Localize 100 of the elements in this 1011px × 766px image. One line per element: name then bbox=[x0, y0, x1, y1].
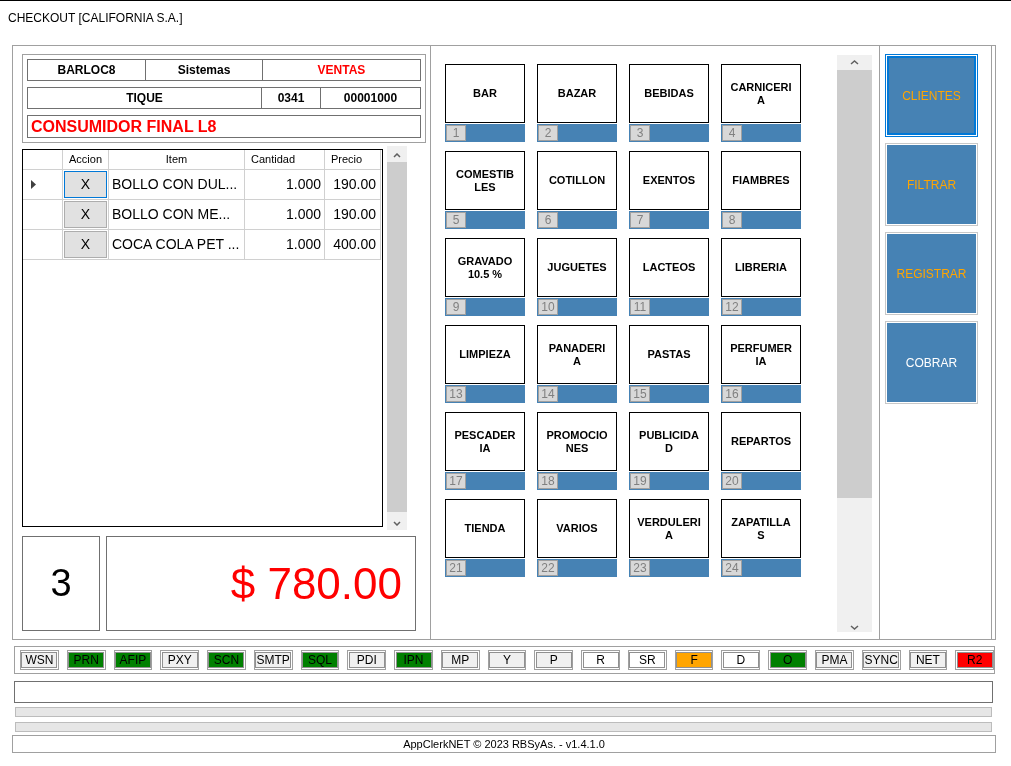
category-number: 10 bbox=[538, 299, 558, 315]
status-indicator: PXY bbox=[161, 652, 198, 668]
window-title: CHECKOUT [CALIFORNIA S.A.] bbox=[8, 10, 183, 27]
scrollbar-thumb[interactable] bbox=[837, 70, 872, 498]
table-cell: COCA COLA PET ... bbox=[109, 230, 245, 260]
table-cell: 190.00 bbox=[325, 200, 381, 230]
category-number: 2 bbox=[538, 125, 558, 141]
document-number-label: 00001000 bbox=[342, 90, 399, 107]
category-number: 18 bbox=[538, 473, 558, 489]
category-button[interactable]: VERDULERIA bbox=[629, 499, 709, 558]
category-number: 12 bbox=[722, 299, 742, 315]
document-type-label: TIQUE bbox=[28, 88, 262, 108]
table-cell: 1.000 bbox=[245, 200, 325, 230]
category-number: 4 bbox=[722, 125, 742, 141]
corner-header bbox=[23, 150, 63, 170]
category-button[interactable]: CARNICERIA bbox=[721, 64, 801, 123]
category-number: 21 bbox=[446, 560, 466, 576]
footer-text: AppClerkNET © 2023 RBSyAs. - v1.4.1.0 bbox=[403, 736, 605, 752]
status-indicator: NET bbox=[909, 652, 946, 668]
status-indicator: PMA bbox=[816, 652, 853, 668]
status-indicator: WSN bbox=[21, 652, 58, 668]
category-button[interactable]: REPARTOS bbox=[721, 412, 801, 471]
category-button[interactable]: ZAPATILLAS bbox=[721, 499, 801, 558]
table-cell: 400.00 bbox=[325, 230, 381, 260]
status-indicator: SMTP bbox=[255, 652, 292, 668]
remove-item-button[interactable]: X bbox=[64, 171, 107, 198]
category-number: 8 bbox=[722, 212, 742, 228]
category-button[interactable]: BAZAR bbox=[537, 64, 617, 123]
category-button[interactable]: PROMOCIONES bbox=[537, 412, 617, 471]
table-cell: 1.000 bbox=[245, 170, 325, 200]
category-number: 5 bbox=[446, 212, 466, 228]
category-number: 13 bbox=[446, 386, 466, 402]
status-indicator: SQL bbox=[301, 652, 338, 668]
category-button[interactable]: GRAVADO 10.5 % bbox=[445, 238, 525, 297]
status-indicator: R2 bbox=[956, 652, 993, 668]
chevron-down-icon[interactable] bbox=[850, 625, 859, 630]
message-field[interactable] bbox=[14, 681, 993, 703]
column-header[interactable]: Item bbox=[109, 150, 245, 170]
table-cell: 1.000 bbox=[245, 230, 325, 260]
status-indicator: R bbox=[582, 652, 619, 668]
category-number: 23 bbox=[630, 560, 650, 576]
table-cell: BOLLO CON ME... bbox=[109, 200, 245, 230]
status-indicator: P bbox=[535, 652, 572, 668]
action-button[interactable]: COBRAR bbox=[887, 323, 976, 402]
category-button[interactable]: EXENTOS bbox=[629, 151, 709, 210]
category-button[interactable]: COMESTIBLES bbox=[445, 151, 525, 210]
status-indicator: F bbox=[676, 652, 713, 668]
chevron-up-icon[interactable] bbox=[393, 153, 401, 158]
row-header[interactable] bbox=[23, 170, 63, 200]
category-number: 16 bbox=[722, 386, 742, 402]
category-button[interactable]: VARIOS bbox=[537, 499, 617, 558]
remove-item-button[interactable]: X bbox=[64, 201, 107, 228]
status-indicator: PRN bbox=[68, 652, 105, 668]
category-button[interactable]: LIMPIEZA bbox=[445, 325, 525, 384]
status-indicator: SR bbox=[629, 652, 666, 668]
table-cell: BOLLO CON DUL... bbox=[109, 170, 245, 200]
row-header[interactable] bbox=[23, 230, 63, 260]
column-header[interactable]: Cantidad bbox=[245, 150, 325, 170]
chevron-down-icon[interactable] bbox=[393, 521, 401, 526]
column-header[interactable]: Precio bbox=[325, 150, 381, 170]
area-label: Sistemas bbox=[146, 60, 263, 80]
category-button[interactable]: PASTAS bbox=[629, 325, 709, 384]
customer-name: CONSUMIDOR FINAL L8 bbox=[27, 115, 421, 138]
column-header[interactable]: Accion bbox=[63, 150, 109, 170]
category-button[interactable]: PERFUMERIA bbox=[721, 325, 801, 384]
category-button[interactable]: PANADERIA bbox=[537, 325, 617, 384]
status-indicator: O bbox=[769, 652, 806, 668]
category-button[interactable]: LIBRERIA bbox=[721, 238, 801, 297]
category-button[interactable]: BEBIDAS bbox=[629, 64, 709, 123]
category-number: 22 bbox=[538, 560, 558, 576]
category-button[interactable]: PUBLICIDAD bbox=[629, 412, 709, 471]
item-count: 3 bbox=[22, 536, 100, 631]
category-button[interactable]: LACTEOS bbox=[629, 238, 709, 297]
terminal-label: BARLOC8 bbox=[28, 60, 146, 80]
category-number: 14 bbox=[538, 386, 558, 402]
category-button[interactable]: TIENDA bbox=[445, 499, 525, 558]
status-indicator: AFIP bbox=[114, 652, 151, 668]
remove-item-button[interactable]: X bbox=[64, 231, 107, 258]
category-number: 15 bbox=[630, 386, 650, 402]
category-number: 17 bbox=[446, 473, 466, 489]
total-amount: $ 780.00 bbox=[106, 536, 416, 631]
scrollbar[interactable] bbox=[837, 55, 872, 632]
category-number: 9 bbox=[446, 299, 466, 315]
category-number: 11 bbox=[630, 299, 650, 315]
category-button[interactable]: PESCADERIA bbox=[445, 412, 525, 471]
status-indicator: Y bbox=[489, 652, 526, 668]
category-number: 7 bbox=[630, 212, 650, 228]
chevron-up-icon[interactable] bbox=[850, 60, 859, 65]
row-header[interactable] bbox=[23, 200, 63, 230]
status-indicator: SYNC bbox=[863, 652, 900, 668]
category-button[interactable]: JUGUETES bbox=[537, 238, 617, 297]
status-indicator: PDI bbox=[348, 652, 385, 668]
status-indicator: IPN bbox=[395, 652, 432, 668]
table-cell: 190.00 bbox=[325, 170, 381, 200]
point-of-sale-label: 0341 bbox=[262, 88, 321, 108]
category-button[interactable]: FIAMBRES bbox=[721, 151, 801, 210]
category-button[interactable]: COTILLON bbox=[537, 151, 617, 210]
status-indicator: D bbox=[722, 652, 759, 668]
category-button[interactable]: BAR bbox=[445, 64, 525, 123]
category-number: 3 bbox=[630, 125, 650, 141]
